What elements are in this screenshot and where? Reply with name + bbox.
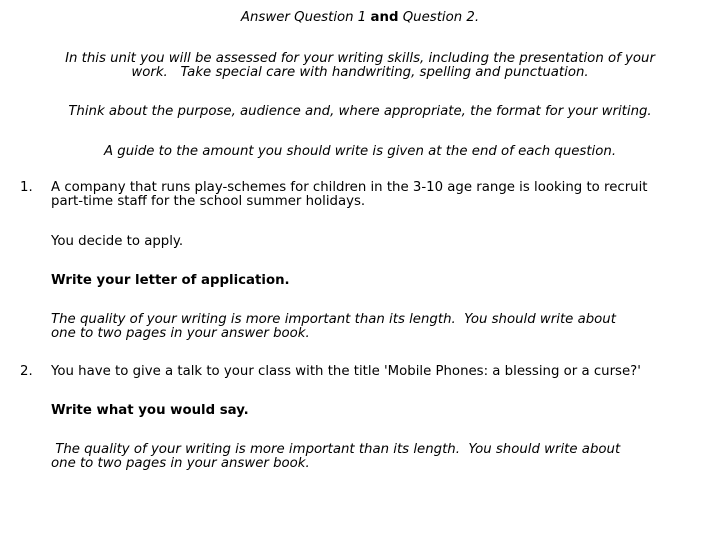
- question-task: Write your letter of application.: [51, 273, 290, 288]
- guide-note: A guide to the amount you should write i…: [103, 144, 617, 159]
- purpose-note: Think about the purpose, audience and, w…: [68, 104, 652, 119]
- question-guidance-line-1: The quality of your writing is more impo…: [51, 312, 616, 327]
- question-prompt-line-2: part-time staff for the school summer ho…: [51, 194, 366, 209]
- question-context: You decide to apply.: [51, 234, 184, 249]
- question-guidance: The quality of your writing is more impo…: [51, 313, 711, 341]
- question-guidance-line-2: one to two pages in your answer book.: [51, 456, 310, 471]
- question-guidance-line-2: one to two pages in your answer book.: [51, 326, 310, 341]
- question-guidance-line-1: The quality of your writing is more impo…: [51, 442, 621, 457]
- instruction-and: and: [370, 10, 399, 25]
- question-number: 2.: [20, 364, 33, 379]
- question-number: 1.: [20, 180, 33, 195]
- assessment-line-2: work. Take special care with handwriting…: [131, 65, 589, 80]
- question-prompt: You have to give a talk to your class wi…: [51, 364, 641, 379]
- question-guidance: The quality of your writing is more impo…: [51, 443, 711, 471]
- question-prompt-line-1: A company that runs play-schemes for chi…: [51, 180, 648, 195]
- instruction-prefix: Answer Question 1: [240, 10, 371, 25]
- instruction-header: Answer Question 1 and Question 2.: [0, 11, 720, 25]
- question-task: Write what you would say.: [51, 403, 249, 418]
- assessment-line-1: In this unit you will be assessed for yo…: [65, 51, 655, 66]
- instruction-suffix: Question 2.: [398, 10, 480, 25]
- question-prompt: A company that runs play-schemes for chi…: [51, 181, 711, 209]
- assessment-note: In this unit you will be assessed for yo…: [0, 52, 720, 80]
